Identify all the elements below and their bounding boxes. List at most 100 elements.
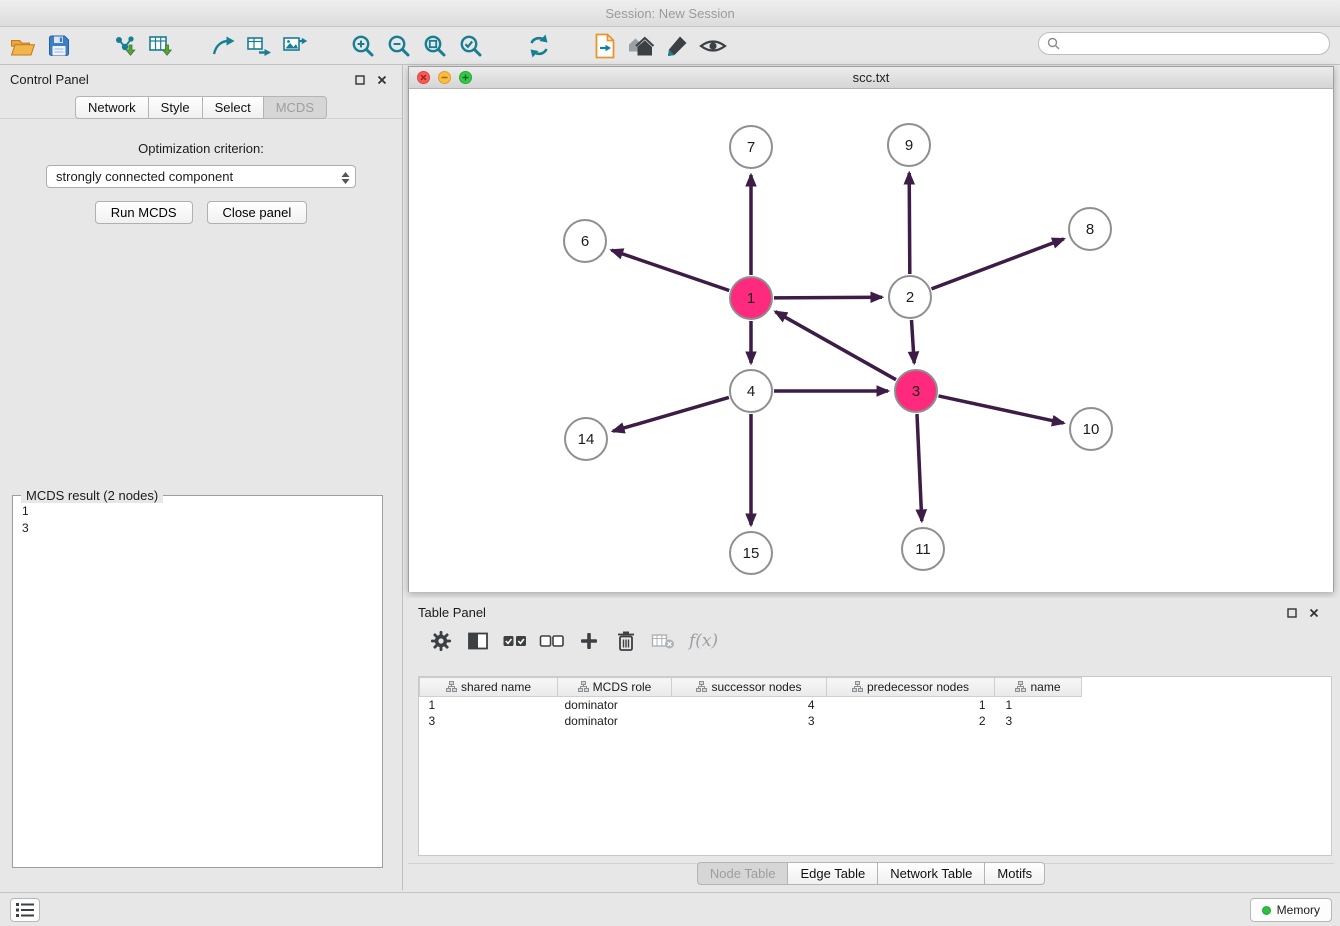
float-panel-icon[interactable] — [352, 73, 368, 87]
node-15[interactable]: 15 — [730, 532, 772, 574]
task-list-icon — [16, 903, 34, 917]
function-builder-icon[interactable]: f(x) — [689, 631, 718, 651]
search-icon — [1047, 37, 1060, 50]
column-header-mcds-role[interactable]: MCDS role — [558, 678, 672, 697]
optimization-dropdown[interactable]: strongly connected component — [46, 165, 356, 188]
mcds-result-group: MCDS result (2 nodes) 1 3 — [12, 495, 383, 868]
optimization-dropdown-value: strongly connected component — [56, 169, 233, 184]
svg-text:3: 3 — [912, 383, 920, 400]
table-cell: 1 — [827, 697, 995, 713]
svg-text:1: 1 — [747, 290, 755, 307]
node-7[interactable]: 7 — [730, 126, 772, 168]
control-panel: Control Panel NetworkStyleSelectMCDS Opt… — [0, 65, 403, 890]
show-columns-icon[interactable] — [463, 627, 493, 655]
node-8[interactable]: 8 — [1069, 208, 1111, 250]
table-row[interactable]: 3dominator323 — [420, 713, 1082, 729]
table-panel-tabs: Node TableEdge TableNetwork TableMotifs — [408, 862, 1334, 885]
import-table-icon[interactable] — [143, 31, 179, 61]
zoom-out-icon[interactable] — [381, 31, 417, 61]
table-cell: 3 — [995, 713, 1082, 729]
node-9[interactable]: 9 — [888, 124, 930, 166]
run-mcds-button[interactable]: Run MCDS — [95, 201, 193, 224]
save-session-icon[interactable] — [41, 31, 77, 61]
column-header-predecessor-nodes[interactable]: predecessor nodes — [827, 678, 995, 697]
table-settings-icon[interactable] — [426, 627, 456, 655]
tab-node-table[interactable]: Node Table — [697, 862, 789, 885]
new-network-from-selection-icon[interactable] — [205, 31, 241, 61]
style-icon[interactable] — [659, 31, 695, 61]
edge-1-2[interactable] — [774, 297, 882, 298]
export-image-icon[interactable] — [277, 31, 313, 61]
home-icon[interactable] — [623, 31, 659, 61]
edge-1-6[interactable] — [612, 250, 730, 290]
node-table: shared nameMCDS rolesuccessor nodesprede… — [419, 677, 1082, 729]
column-header-name[interactable]: name — [995, 678, 1082, 697]
tab-motifs[interactable]: Motifs — [984, 862, 1045, 885]
edge-3-10[interactable] — [939, 396, 1064, 423]
svg-text:15: 15 — [743, 545, 760, 562]
zoom-in-icon[interactable] — [345, 31, 381, 61]
edge-4-14[interactable] — [613, 397, 729, 431]
app-window: Session: New Session — [0, 0, 1340, 926]
memory-button[interactable]: Memory — [1250, 898, 1332, 922]
edge-2-8[interactable] — [932, 239, 1064, 289]
table-cell: dominator — [558, 697, 672, 713]
select-all-icon[interactable] — [500, 627, 530, 655]
tab-network-table[interactable]: Network Table — [877, 862, 985, 885]
close-panel-icon[interactable] — [374, 73, 390, 87]
close-table-panel-icon[interactable] — [1306, 606, 1322, 620]
edge-3-1[interactable] — [775, 312, 896, 380]
svg-text:8: 8 — [1086, 221, 1094, 238]
refresh-view-icon[interactable] — [521, 31, 557, 61]
node-2[interactable]: 2 — [889, 276, 931, 318]
mcds-result-title: MCDS result (2 nodes) — [21, 488, 163, 503]
zoom-selected-icon[interactable] — [453, 31, 489, 61]
tab-style[interactable]: Style — [148, 96, 203, 119]
add-column-icon[interactable] — [574, 627, 604, 655]
open-session-icon[interactable] — [5, 31, 41, 61]
close-window-icon[interactable] — [417, 71, 430, 84]
tab-select[interactable]: Select — [202, 96, 264, 119]
task-history-button[interactable] — [10, 898, 40, 922]
network-window: scc.txt 7 9 6 8 1 2 4 3 14 10 15 11 — [408, 66, 1334, 592]
network-graph[interactable]: 7 9 6 8 1 2 4 3 14 10 15 11 — [409, 89, 1333, 592]
tab-edge-table[interactable]: Edge Table — [787, 862, 878, 885]
node-11[interactable]: 11 — [902, 528, 944, 570]
column-header-shared-name[interactable]: shared name — [420, 678, 558, 697]
tab-network[interactable]: Network — [75, 96, 149, 119]
import-network-icon[interactable] — [107, 31, 143, 61]
import-file-icon[interactable] — [587, 31, 623, 61]
column-header-successor-nodes[interactable]: successor nodes — [672, 678, 827, 697]
edge-2-3[interactable] — [912, 320, 915, 363]
search-field[interactable] — [1038, 32, 1330, 55]
mcds-result-text: 1 3 — [13, 496, 382, 544]
delete-table-icon[interactable] — [648, 627, 678, 655]
node-10[interactable]: 10 — [1070, 408, 1112, 450]
maximize-window-icon[interactable] — [459, 71, 472, 84]
node-4[interactable]: 4 — [730, 370, 772, 412]
minimize-window-icon[interactable] — [438, 71, 451, 84]
table-cell: 3 — [420, 713, 558, 729]
node-6[interactable]: 6 — [564, 220, 606, 262]
edge-3-11[interactable] — [917, 414, 922, 521]
svg-text:2: 2 — [906, 289, 914, 306]
table-cell: 1 — [420, 697, 558, 713]
node-3[interactable]: 3 — [895, 370, 937, 412]
edge-2-9[interactable] — [909, 173, 910, 274]
svg-text:6: 6 — [581, 233, 589, 250]
show-hide-icon[interactable] — [695, 31, 731, 61]
deselect-all-icon[interactable] — [537, 627, 567, 655]
delete-column-icon[interactable] — [611, 627, 641, 655]
table-row[interactable]: 1dominator411 — [420, 697, 1082, 713]
node-14[interactable]: 14 — [565, 418, 607, 460]
network-window-title: scc.txt — [853, 70, 890, 85]
control-panel-title: Control Panel — [10, 72, 89, 87]
control-panel-tabs: NetworkStyleSelectMCDS — [0, 96, 402, 119]
tab-mcds[interactable]: MCDS — [263, 96, 327, 119]
float-table-panel-icon[interactable] — [1284, 606, 1300, 620]
zoom-fit-icon[interactable] — [417, 31, 453, 61]
close-panel-button[interactable]: Close panel — [207, 201, 308, 224]
node-1[interactable]: 1 — [730, 277, 772, 319]
export-table-icon[interactable] — [241, 31, 277, 61]
search-input[interactable] — [1066, 35, 1321, 52]
